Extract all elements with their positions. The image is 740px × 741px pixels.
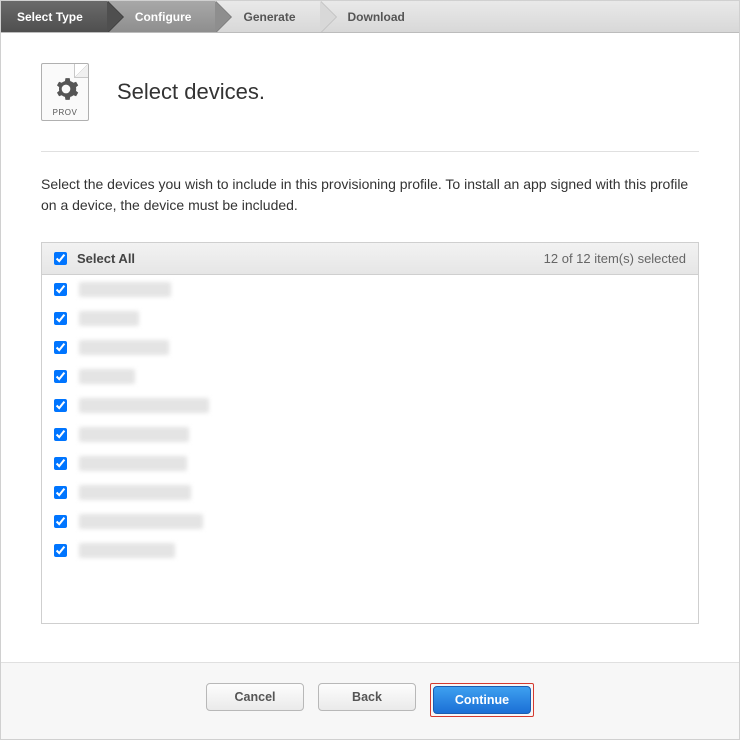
device-list[interactable]: [42, 275, 698, 623]
select-all-label: Select All: [77, 251, 135, 266]
device-name-redacted: [79, 543, 175, 558]
select-all-checkbox[interactable]: [54, 252, 67, 265]
device-row: [42, 275, 698, 304]
device-checkbox[interactable]: [54, 428, 67, 441]
page-title: Select devices.: [117, 79, 265, 105]
divider: [41, 151, 699, 152]
device-name-redacted: [79, 456, 187, 471]
provisioning-profile-icon: PROV: [41, 63, 89, 121]
device-name-redacted: [79, 514, 203, 529]
content-area: PROV Select devices. Select the devices …: [1, 33, 739, 644]
device-row: [42, 507, 698, 536]
selection-count: 12 of 12 item(s) selected: [544, 251, 686, 266]
device-name-redacted: [79, 398, 209, 413]
device-row: [42, 449, 698, 478]
instructions-text: Select the devices you wish to include i…: [41, 174, 699, 216]
wizard-step-0[interactable]: Select Type: [1, 1, 107, 32]
device-checkbox[interactable]: [54, 544, 67, 557]
continue-highlight: Continue: [430, 683, 534, 717]
wizard-steps: Select TypeConfigureGenerateDownload: [1, 1, 739, 33]
device-row: [42, 362, 698, 391]
device-row: [42, 536, 698, 565]
gear-icon: [53, 76, 79, 102]
dialog-container: Select TypeConfigureGenerateDownload PRO…: [0, 0, 740, 740]
device-name-redacted: [79, 340, 169, 355]
device-checkbox[interactable]: [54, 283, 67, 296]
icon-label: PROV: [42, 108, 88, 117]
cancel-button[interactable]: Cancel: [206, 683, 304, 711]
header-row: PROV Select devices.: [41, 63, 699, 121]
device-list-header: Select All 12 of 12 item(s) selected: [42, 243, 698, 275]
device-row: [42, 304, 698, 333]
device-checkbox[interactable]: [54, 312, 67, 325]
device-row: [42, 333, 698, 362]
device-checkbox[interactable]: [54, 457, 67, 470]
device-row: [42, 391, 698, 420]
device-row: [42, 420, 698, 449]
device-checkbox[interactable]: [54, 486, 67, 499]
device-name-redacted: [79, 485, 191, 500]
device-checkbox[interactable]: [54, 370, 67, 383]
device-name-redacted: [79, 369, 135, 384]
device-name-redacted: [79, 427, 189, 442]
continue-button[interactable]: Continue: [433, 686, 531, 714]
device-checkbox[interactable]: [54, 515, 67, 528]
device-name-redacted: [79, 311, 139, 326]
device-checkbox[interactable]: [54, 399, 67, 412]
device-list-panel: Select All 12 of 12 item(s) selected: [41, 242, 699, 624]
footer-button-bar: Cancel Back Continue: [1, 662, 739, 739]
device-checkbox[interactable]: [54, 341, 67, 354]
device-name-redacted: [79, 282, 171, 297]
back-button[interactable]: Back: [318, 683, 416, 711]
device-row: [42, 478, 698, 507]
